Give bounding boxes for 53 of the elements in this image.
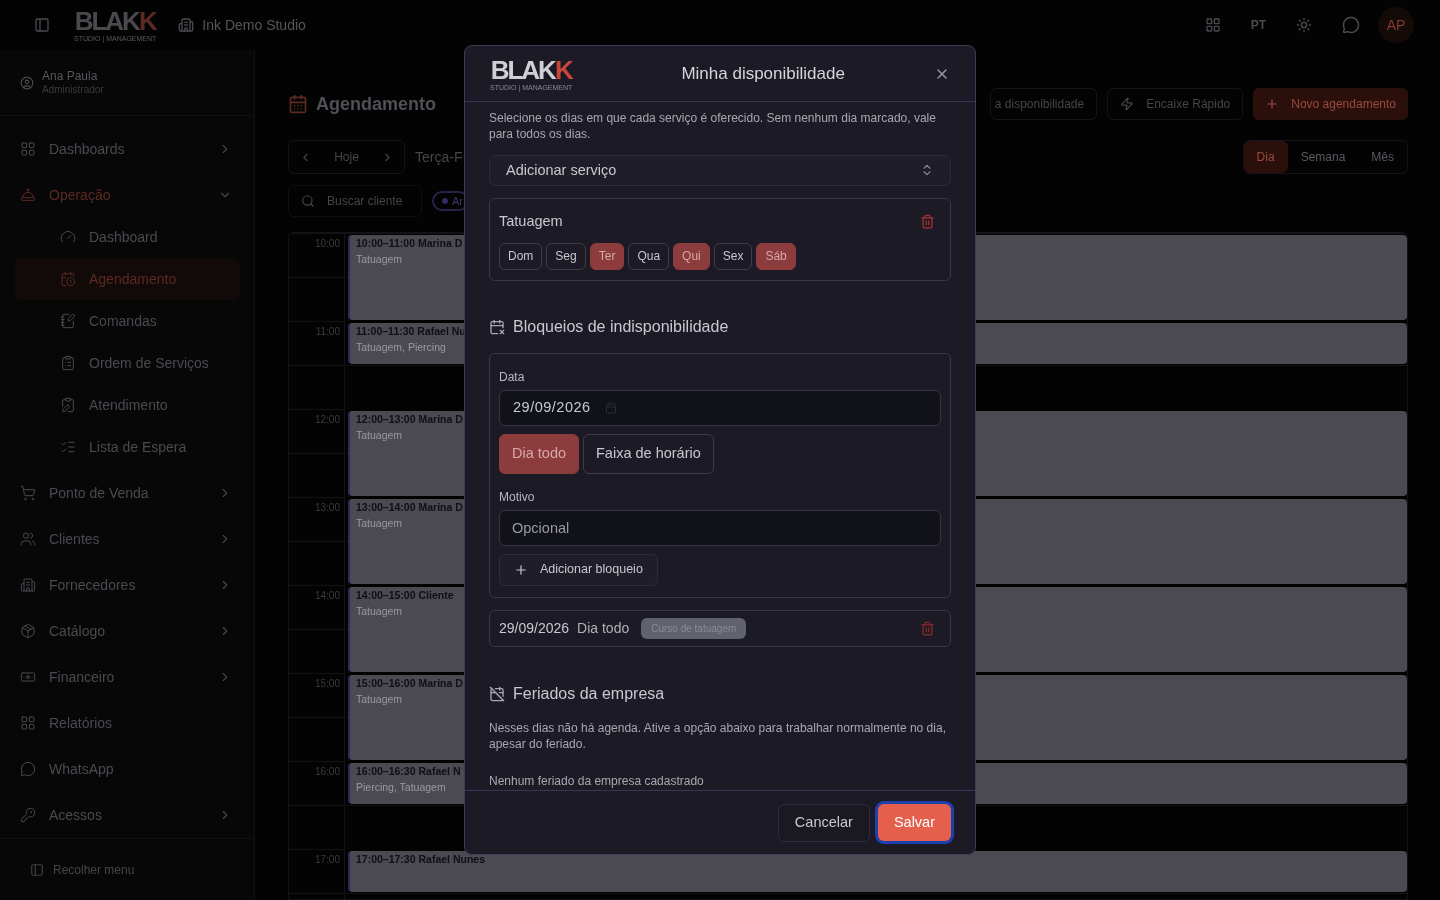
menu-label: Operação: [49, 185, 111, 205]
time-label: 13:00: [314, 501, 340, 515]
menu-label: Catálogo: [49, 621, 106, 641]
appointment-services: Tatuagem: [356, 603, 403, 619]
appointment-services: Tatuagem: [356, 515, 403, 531]
menu-label: Acessos: [49, 805, 102, 825]
appointment-title: 10:00–11:00 Marina D: [356, 236, 463, 251]
menu-label: Atendimento: [89, 395, 168, 415]
appointment-title: 14:00–15:00 Cliente: [356, 588, 454, 603]
appointment-title: 16:00–16:30 Rafael N: [356, 764, 461, 779]
field-label: Data: [499, 368, 526, 386]
appointment-services: Tatuagem: [356, 691, 403, 707]
appointment-title: 15:00–16:00 Marina D: [356, 676, 463, 691]
menu-label: Ordem de Serviços: [89, 353, 209, 373]
menu-label: Financeiro: [49, 667, 115, 687]
menu-label: Dashboard: [89, 227, 158, 247]
holidays-empty-message: Nenhum feriado da empresa cadastrado: [489, 773, 705, 790]
page-title: Agendamento: [316, 92, 436, 116]
appointment-title: 17:00–17:30 Rafael Nunes: [356, 852, 485, 867]
menu-label: Clientes: [49, 529, 100, 549]
menu-label: Agendamento: [89, 269, 177, 289]
menu-label: Lista de Espera: [89, 437, 187, 457]
menu-label: Relatórios: [49, 713, 113, 733]
menu-label: WhatsApp: [49, 759, 114, 779]
appointment-title: 13:00–14:00 Marina D: [356, 500, 463, 515]
current-date: Terça-F: [415, 147, 463, 167]
appointment-title: 12:00–13:00 Marina D: [356, 412, 463, 427]
time-label: 15:00: [314, 677, 340, 691]
appointment-services: Tatuagem: [356, 427, 403, 443]
menu-label: Dashboards: [49, 139, 125, 159]
dialog-title: Minha disponibilidade: [680, 62, 846, 85]
user-role: Administrador: [42, 83, 104, 97]
section-title: Bloqueios de indisponibilidade: [513, 316, 729, 337]
block-date: 29/09/2026: [499, 618, 570, 638]
dialog-description: Selecione os dias em que cada serviço é oferecido. Sem nenhum dia marcado, vale para todos os dias.: [489, 110, 937, 142]
menu-label: Comandas: [89, 311, 157, 331]
menu-label: Fornecedores: [49, 575, 136, 595]
logo: BLAKK: [74, 8, 156, 34]
time-label: 16:00: [314, 765, 340, 779]
section-title: Feriados da empresa: [513, 684, 665, 704]
appointment-services: Tatuagem: [356, 251, 403, 267]
logo: BLAKK: [490, 56, 572, 83]
appointment-services: Piercing, Tatuagem: [356, 779, 446, 795]
time-label: 11:00: [315, 325, 340, 339]
user-name: Ana Paula: [42, 68, 99, 84]
menu-label: Ponto de Venda: [49, 483, 149, 503]
holidays-description: Nesses dias não há agenda. Ative a opção abaixo para trabalhar normalmente no dia, apesar do feriado.: [489, 720, 947, 752]
time-label: 14:00: [314, 589, 340, 603]
studio-name: Ink Demo Studio: [202, 15, 306, 35]
block-mode: Dia todo: [577, 618, 630, 638]
time-label: 12:00: [314, 413, 340, 427]
appointment-services: Tatuagem, Piercing: [356, 339, 446, 355]
service-name: Tatuagem: [499, 211, 564, 231]
